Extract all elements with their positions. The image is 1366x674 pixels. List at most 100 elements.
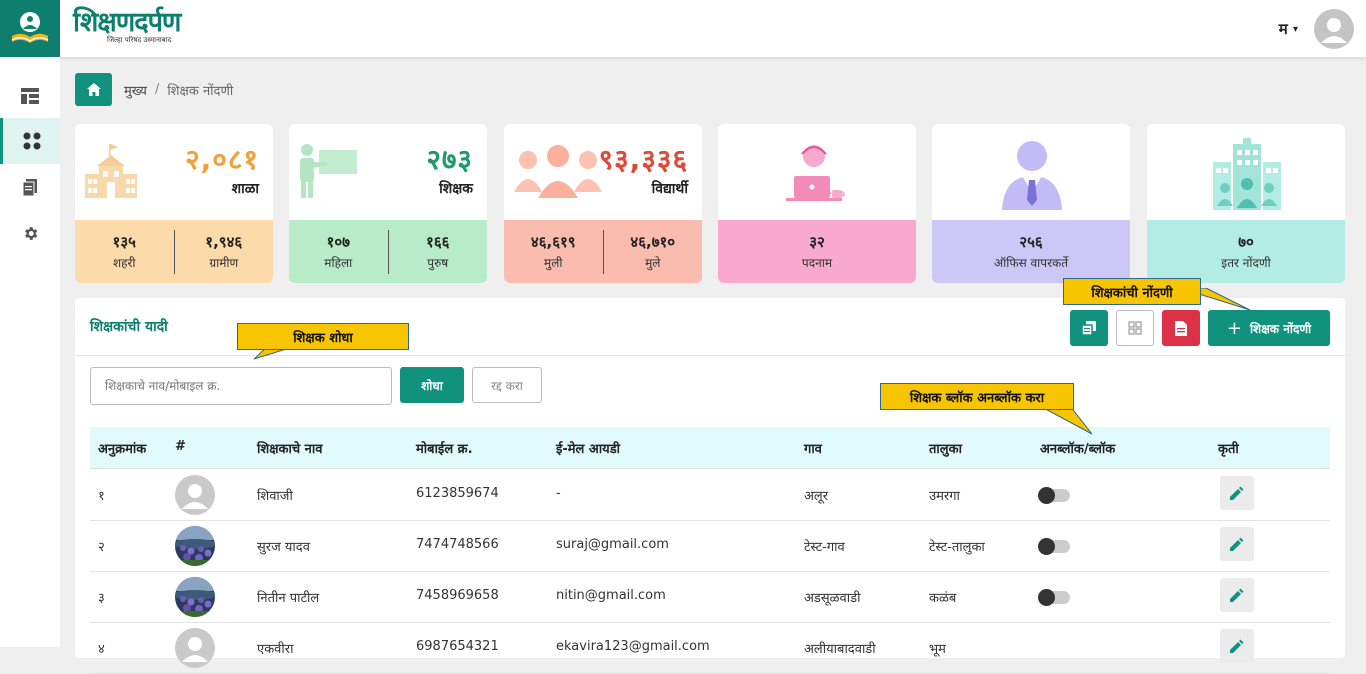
search-input[interactable] [90,367,392,405]
user-initial: म [1278,20,1288,38]
col-actions[interactable]: कृती [1218,439,1239,457]
sidebar-item-settings[interactable] [0,210,60,256]
schools-count: २,०८१ [185,143,259,176]
row-mobile: 7458969658 [416,588,499,603]
cancel-button[interactable]: रद्द करा [472,367,542,403]
copy-icon [1082,321,1096,335]
row-mobile: 7474748566 [416,537,499,552]
row-taluka: टेस्ट-तालुका [929,540,985,555]
grid-view-button[interactable] [1116,310,1154,346]
stat-card-teachers[interactable]: २७३ शिक्षक १०७ महिला १६६ पुरुष [289,124,487,283]
edit-button[interactable] [1220,527,1254,561]
top-bar: शिक्षणदर्पण जिल्हा परिषद उस्मानाबाद म ▾ [0,0,1366,57]
urban-count: १३५ [112,233,136,251]
home-button[interactable] [75,73,112,106]
buildings-icon [1213,138,1281,210]
gear-icon [24,226,37,240]
pencil-icon [1230,588,1244,602]
table-row: २ सुरज यादव 7474748566 suraj@gmail.com ट… [90,521,1330,572]
flowers-photo-icon [175,526,215,566]
designations-label: पदनाम [801,256,833,270]
table-row: ३ नितीन पाटील 7458969658 nitin@gmail.com… [90,572,1330,623]
avatar [175,577,215,617]
row-serial: ३ [98,591,105,606]
pencil-icon [1230,486,1244,500]
edit-button[interactable] [1220,476,1254,510]
block-toggle[interactable] [1038,538,1070,555]
table-row: १ शिवाजी 6123859674 - अलूर उमरगा [90,470,1330,521]
sidebar-item-grid[interactable] [0,118,60,164]
avatar [175,475,215,515]
add-teacher-button[interactable]: + शिक्षक नोंदणी [1208,310,1330,346]
edit-button[interactable] [1220,629,1254,663]
teachers-count: २७३ [426,143,473,176]
other-registrations-count: ७० [1238,233,1254,251]
female-count: १०७ [326,233,350,251]
edit-button[interactable] [1220,578,1254,612]
stat-card-designations[interactable]: ३२ पदनाम [718,124,916,283]
row-village: अलूर [804,489,829,504]
home-icon [86,83,101,96]
office-worker-icon [786,145,845,201]
avatar [175,628,215,668]
stat-card-office-users[interactable]: २५६ ऑफिस वापरकर्ते [932,124,1130,283]
table-row: ४ एकवीरा 6987654321 ekavira123@gmail.com… [90,623,1330,674]
pdf-button[interactable] [1162,310,1200,346]
col-name[interactable]: शिक्षकाचे नाव [257,439,322,457]
sidebar-item-dashboard[interactable] [0,73,60,119]
officer-icon [1002,141,1062,210]
boys-label: मुले [645,256,661,270]
dashboard-icon [21,88,39,104]
callout-add-teacher: शिक्षकांची नोंदणी [1063,278,1201,305]
row-serial: १ [98,489,105,504]
sidebar-item-documents[interactable] [0,164,60,210]
stat-card-schools[interactable]: २,०८१ शाळा १३५ शहरी १,९४६ ग्रामीण [75,124,273,283]
pencil-icon [1230,537,1244,551]
col-taluka[interactable]: तालुका [929,439,962,457]
grid-view-icon [1128,321,1142,335]
other-registrations-label: इतर नोंदणी [1221,256,1271,270]
callout-block-unblock: शिक्षक ब्लॉक अनब्लॉक करा [880,383,1074,410]
user-icon [1321,18,1347,43]
col-email[interactable]: ई-मेल आयडी [556,439,620,457]
col-photo[interactable]: # [175,439,186,454]
row-email: suraj@gmail.com [556,537,669,552]
students-icon [514,145,602,198]
col-mobile[interactable]: मोबाईल क्र. [416,439,473,457]
block-toggle[interactable] [1038,589,1070,606]
row-taluka: उमरगा [929,489,960,504]
row-taluka: भूम [929,642,946,657]
brand-title: शिक्षणदर्पण [73,7,181,38]
breadcrumb-home[interactable]: मुख्य [124,81,147,99]
search-button[interactable]: शोधा [400,367,464,403]
row-village: टेस्ट-गाव [804,540,845,555]
row-village: अलीयाबादवाडी [804,642,876,657]
col-block[interactable]: अनब्लॉक/ब्लॉक [1040,439,1115,457]
pdf-icon [1175,320,1187,336]
block-toggle[interactable] [1038,487,1070,504]
app-logo[interactable] [0,0,60,57]
avatar [175,526,215,566]
sidebar [0,57,60,647]
flowers-photo-icon [175,577,215,617]
office-users-count: २५६ [1019,233,1043,251]
stat-card-other-registrations[interactable]: ७० इतर नोंदणी [1147,124,1345,283]
user-menu[interactable]: म ▾ [1279,19,1298,39]
teachers-label: शिक्षक [439,181,473,197]
teacher-icon [300,144,357,198]
breadcrumb: मुख्य / शिक्षक नोंदणी [75,73,233,106]
rural-label: ग्रामीण [209,256,239,270]
panel-title: शिक्षकांची यादी [90,319,168,335]
callout-pointer [1039,406,1093,435]
breadcrumb-separator: / [154,82,160,97]
col-village[interactable]: गाव [804,439,822,457]
user-avatar[interactable] [1314,9,1354,49]
stat-card-students[interactable]: ९३,३३६ विद्यार्थी ४६,६१९ मुली ४६,७१० मुले [504,124,702,283]
urban-label: शहरी [112,256,136,270]
row-serial: ४ [98,642,105,657]
chevron-down-icon: ▾ [1292,24,1298,35]
students-label: विद्यार्थी [651,181,688,197]
col-serial[interactable]: अनुक्रमांक [98,439,146,457]
row-name: एकवीरा [257,642,294,657]
copy-button[interactable] [1070,310,1108,346]
